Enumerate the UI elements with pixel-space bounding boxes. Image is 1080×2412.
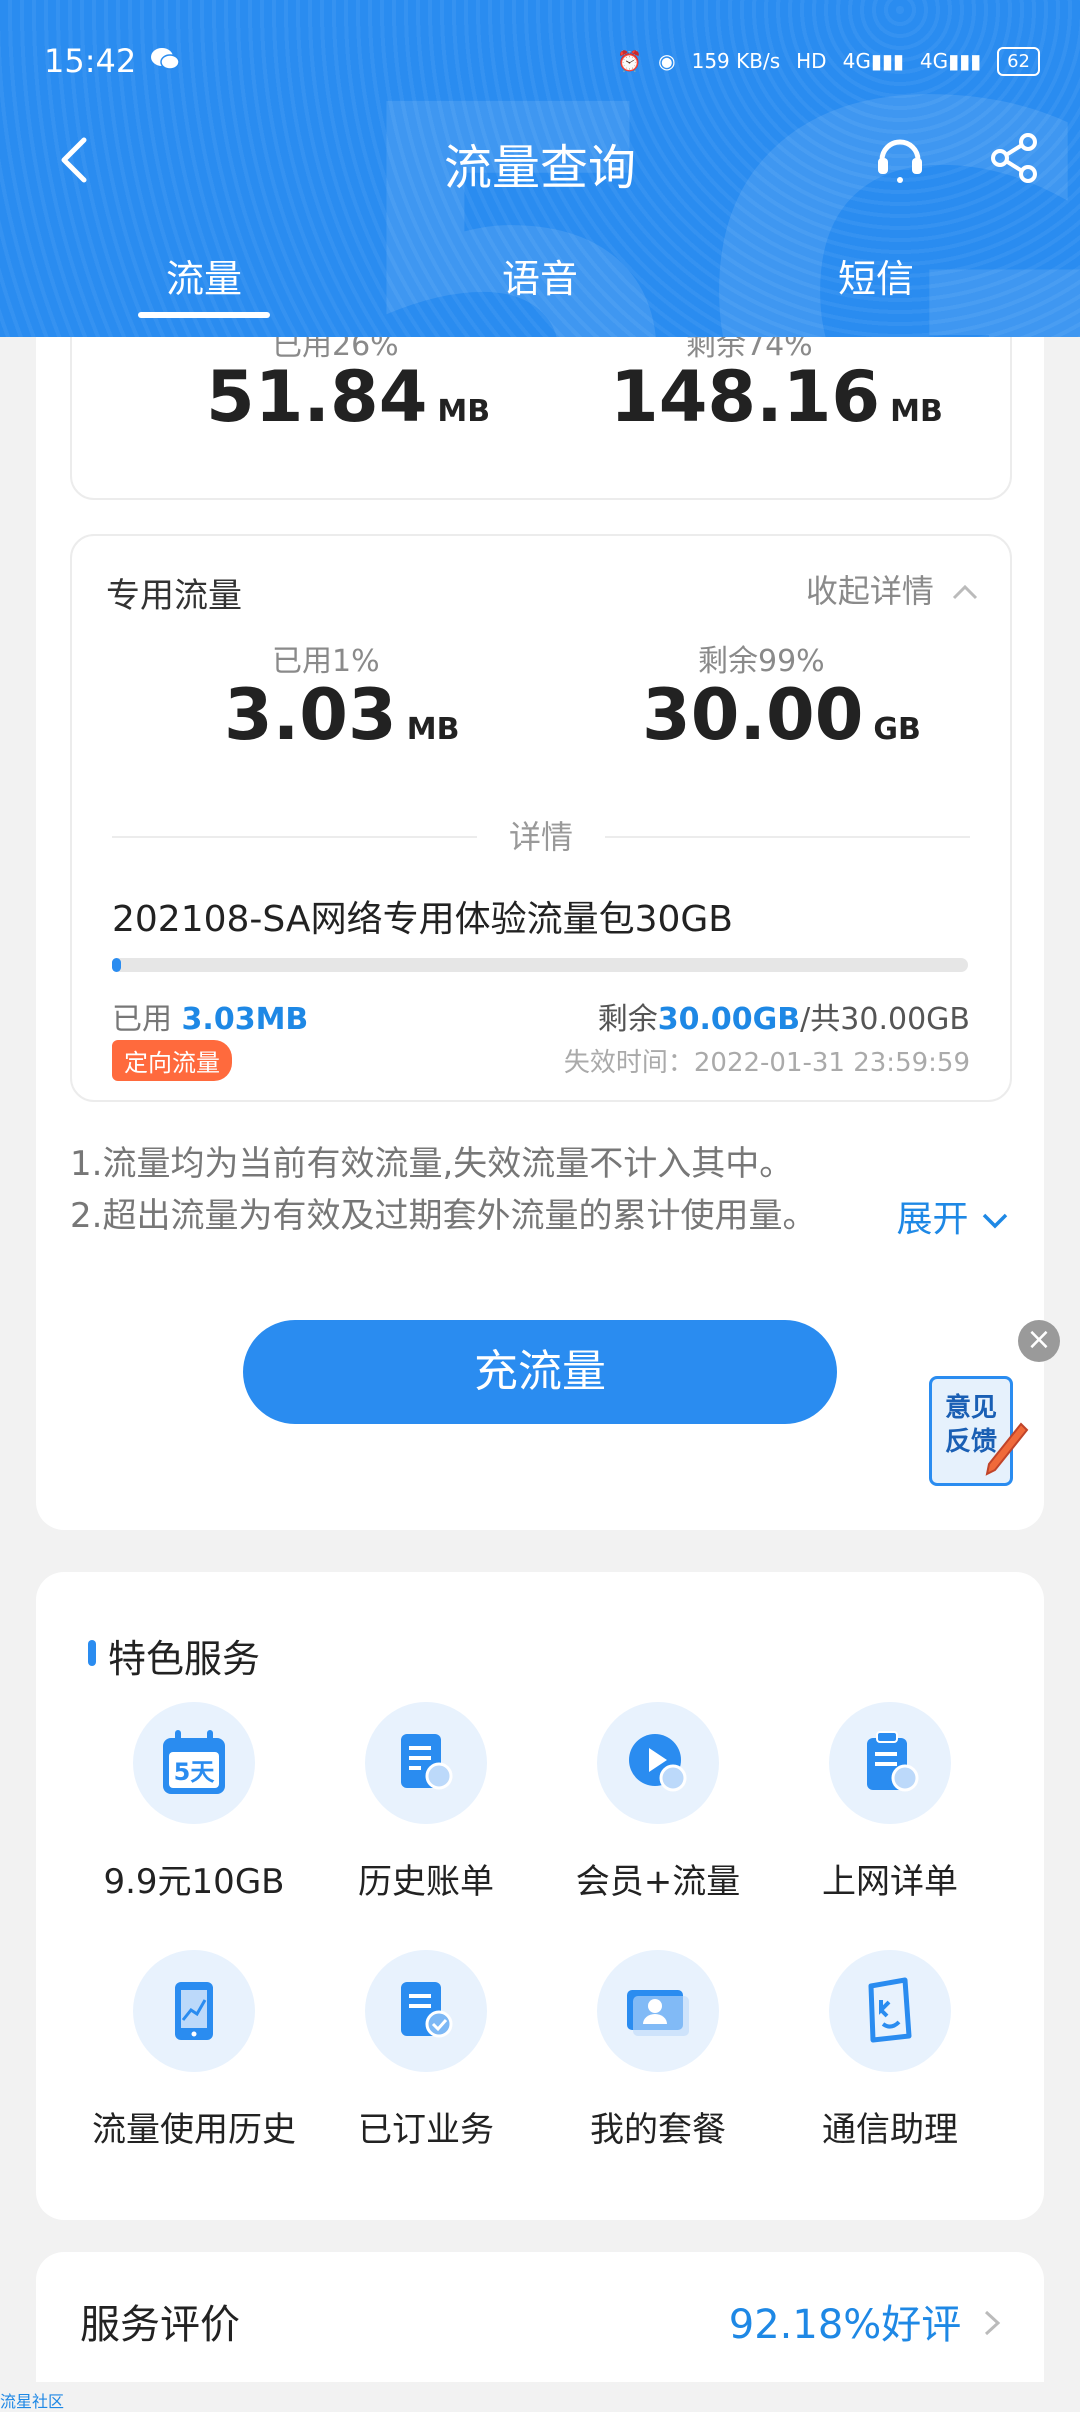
wechat-icon [150, 42, 180, 80]
tab-voice[interactable]: 语音 [440, 248, 640, 303]
service-internet-details[interactable]: 上网详单 [774, 1702, 1006, 1903]
signal-4g-2-icon: 4G▮▮▮ [919, 49, 982, 73]
service-label: 上网详单 [822, 1862, 958, 1902]
rating-value: 92.18%好评 [729, 2292, 1004, 2350]
service-my-plan[interactable]: 我的套餐 [542, 1950, 774, 2151]
data-panel: 已用26% 51.84 MB 剩余74% 148.16 MB 专用流量 收起详情 已… [36, 270, 1044, 1530]
share-icon[interactable] [984, 128, 1044, 188]
location-icon: ◉ [658, 49, 676, 73]
bill-search-icon [401, 1734, 453, 1790]
net-speed: 159 KB/s [691, 49, 781, 73]
directional-data-tag: 定向流量 [112, 1040, 232, 1081]
services-title: 特色服务 [87, 1628, 260, 1683]
featured-services: 特色服务 5天 9.9元10GB 历史账单 会员+流量 上网详单 流量使用历史 [36, 1572, 1044, 2220]
service-label: 通信助理 [822, 2110, 958, 2150]
hd-icon: HD [796, 49, 827, 73]
status-bar: 15:42 ⏰ ◉ 159 KB/s HD 4G▮▮▮ 4G▮▮▮ 62 [44, 38, 1040, 84]
service-subscribed[interactable]: 已订业务 [310, 1950, 542, 2151]
service-label: 流量使用历史 [92, 2110, 296, 2150]
expand-button[interactable]: 展开 [897, 1190, 1010, 1242]
notes: 1.流量均为当前有效流量,失效流量不计入其中。 2.超出流量为有效及过期套外流量… [70, 1138, 816, 1242]
service-label: 我的套餐 [590, 2110, 726, 2150]
alarm-icon: ⏰ [617, 49, 643, 73]
recharge-data-button[interactable]: 充流量 [243, 1320, 837, 1424]
status-time: 15:42 [44, 42, 137, 80]
assistant-icon [868, 1977, 912, 2043]
service-label: 9.9元10GB [103, 1862, 285, 1902]
tab-data[interactable]: 流量 [104, 248, 304, 318]
chevron-up-icon [952, 584, 978, 600]
package-progress-bar [112, 958, 968, 972]
note-2: 2.超出流量为有效及过期套外流量的累计使用量。 [70, 1196, 817, 1236]
phone-chart-icon [175, 1982, 213, 2040]
rating-label: 服务评价 [80, 2302, 240, 2348]
service-label: 已订业务 [358, 2110, 494, 2150]
clipboard-icon [867, 1731, 919, 1792]
chevron-right-icon [984, 2310, 1001, 2336]
feedback-button[interactable]: 意见 反馈 [925, 1368, 1035, 1498]
package-remain: 剩余30.00GB/共30.00GB [597, 1002, 970, 1037]
svg-text:5天: 5天 [174, 1758, 215, 1786]
close-feedback-icon[interactable]: × [1018, 1320, 1060, 1362]
expire-time: 失效时间：2022-01-31 23:59:59 [563, 1048, 970, 1078]
tab-bar: 流量 语音 短信 [0, 248, 1080, 328]
service-label: 会员+流量 [575, 1862, 741, 1902]
service-member-data[interactable]: 会员+流量 [542, 1702, 774, 1903]
package-progress-fill [112, 958, 121, 972]
pencil-icon [985, 1422, 1029, 1476]
user-card-icon [627, 1990, 689, 2036]
special-title: 专用流量 [106, 576, 242, 616]
footer-watermark: 流星社区 [0, 2392, 65, 2411]
special-remain: 30.00 GB [642, 674, 921, 756]
service-9-9-10gb[interactable]: 5天 9.9元10GB [78, 1702, 310, 1903]
special-used: 3.03 MB [224, 674, 460, 756]
service-history-bill[interactable]: 历史账单 [310, 1702, 542, 1903]
special-data-card: 专用流量 收起详情 已用1% 3.03 MB 剩余99% 30.00 GB 详情 2… [70, 534, 1012, 1102]
general-used: 51.84 MB [206, 356, 491, 438]
customer-service-icon[interactable] [870, 128, 930, 188]
play-icon [629, 1734, 687, 1792]
chevron-down-icon [982, 1213, 1008, 1229]
collapse-details-button[interactable]: 收起详情 [806, 566, 980, 612]
calendar-5days-icon: 5天 [163, 1730, 225, 1794]
tab-sms[interactable]: 短信 [776, 248, 976, 303]
service-label: 历史账单 [358, 1862, 494, 1902]
battery-icon: 62 [997, 46, 1040, 76]
note-1: 1.流量均为当前有效流量,失效流量不计入其中。 [70, 1144, 794, 1184]
signal-4g-icon: 4G▮▮▮ [842, 49, 904, 73]
package-used: 已用 3.03MB [112, 1002, 309, 1037]
app-header: 5G 15:42 ⏰ ◉ 159 KB/s HD 4G▮▮▮ 4G▮▮▮ 62 … [0, 0, 1080, 337]
package-name: 202108-SA网络专用体验流量包30GB [112, 899, 733, 940]
service-comm-assistant[interactable]: 通信助理 [774, 1950, 1006, 2151]
service-rating-row[interactable]: 服务评价 92.18%好评 [36, 2252, 1044, 2382]
detail-label: 详情 [476, 818, 605, 856]
doc-check-icon [401, 1982, 453, 2038]
general-remain: 148.16 MB [610, 356, 943, 438]
service-data-history[interactable]: 流量使用历史 [78, 1950, 310, 2151]
